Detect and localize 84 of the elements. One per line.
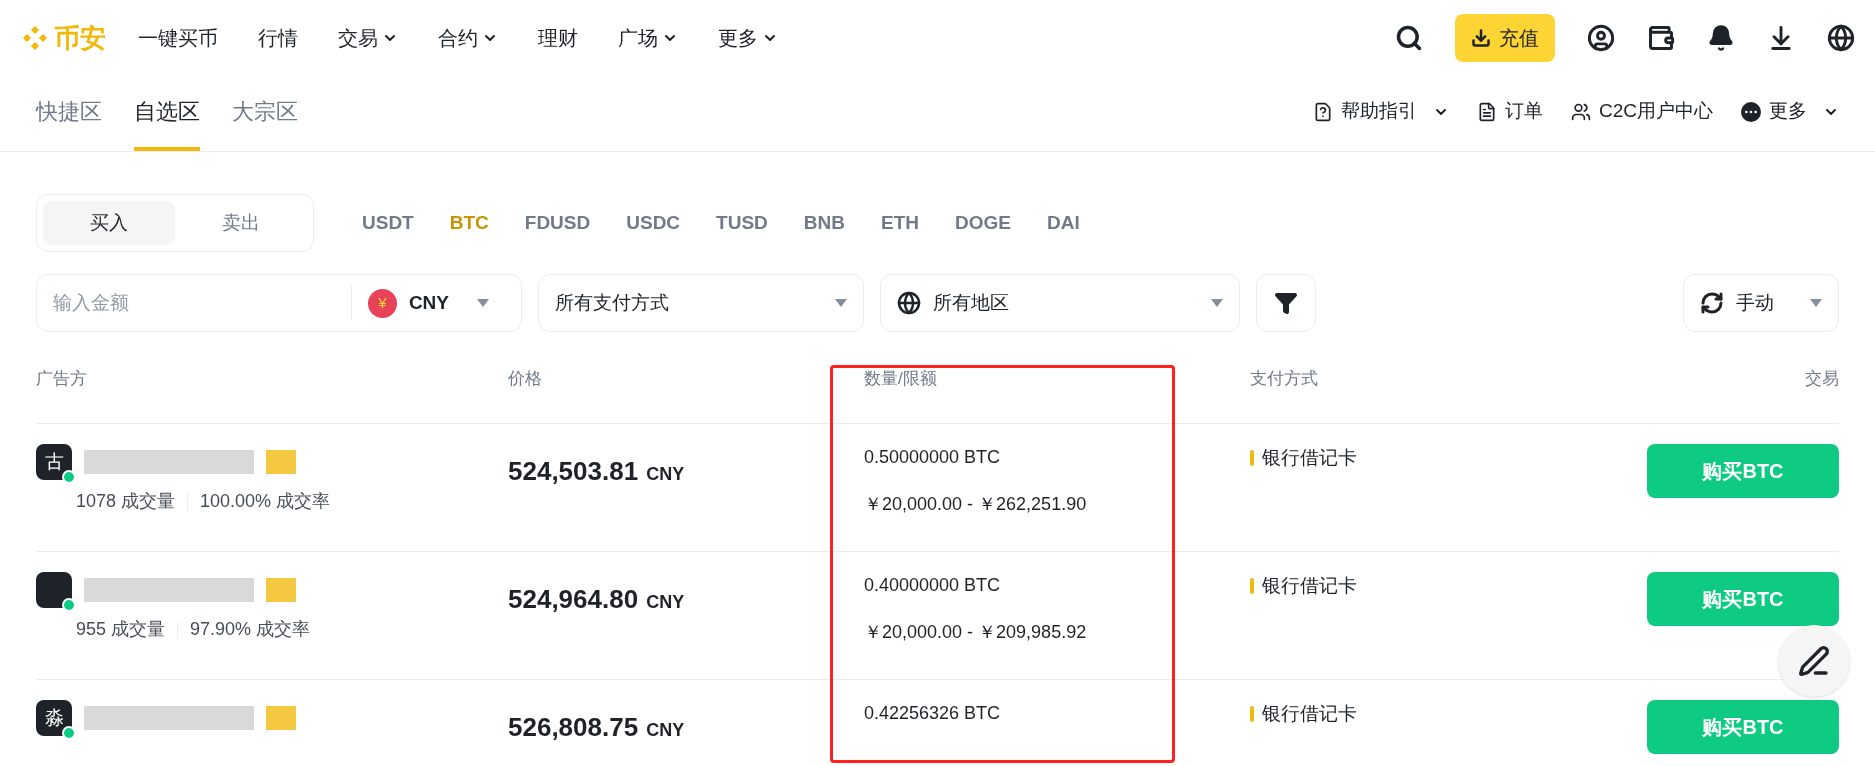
download-icon <box>1471 28 1491 48</box>
completion-rate: 97.90% 成交率 <box>190 618 311 641</box>
limit-range: ￥20,000.00 - ￥262,251.90 <box>864 493 1088 516</box>
trade-count: 1078 成交量 <box>76 490 176 513</box>
user-icon[interactable] <box>1587 24 1615 52</box>
payment-method: 银行借记卡 <box>1262 446 1357 470</box>
caret-icon <box>1810 299 1822 307</box>
tab[interactable]: 自选区 <box>134 76 200 151</box>
trade-count: 955 成交量 <box>76 618 166 641</box>
caret-icon <box>835 299 847 307</box>
column-header: 支付方式 <box>1250 367 1319 390</box>
quantity: 0.50000000 BTC <box>864 446 1002 469</box>
globe-icon[interactable] <box>1827 24 1855 52</box>
filter-icon <box>1274 291 1298 315</box>
coin-tab[interactable]: DOGE <box>955 208 1011 238</box>
coin-tab[interactable]: BNB <box>803 208 845 238</box>
badge-icon <box>266 578 296 602</box>
coin-tab[interactable]: USDT <box>362 208 414 238</box>
payment-marker <box>1250 450 1254 467</box>
refresh-icon <box>1700 291 1724 315</box>
caret-icon <box>1211 299 1223 307</box>
side-tab[interactable]: 买入 <box>43 201 175 245</box>
payment-marker <box>1250 706 1254 723</box>
avatar: 淼 <box>36 700 72 736</box>
coin-tab[interactable]: USDC <box>626 208 681 238</box>
pen-icon <box>1798 645 1830 677</box>
column-header: 交易 <box>1805 367 1839 390</box>
side-tab[interactable]: 卖出 <box>175 201 307 245</box>
tab[interactable]: 快捷区 <box>36 76 102 151</box>
nav-link[interactable]: 更多 <box>718 23 778 53</box>
payment-method: 银行借记卡 <box>1262 574 1357 598</box>
avatar: 古 <box>36 444 72 480</box>
nav-link[interactable]: 行情 <box>258 23 298 53</box>
coin-tab[interactable]: ETH <box>881 208 919 238</box>
payment-method: 银行借记卡 <box>1262 702 1357 726</box>
price: 524,503.81 <box>508 455 639 488</box>
bell-icon[interactable] <box>1707 24 1735 52</box>
price-unit: CNY <box>646 591 685 614</box>
nav-link[interactable]: 一键买币 <box>138 23 218 53</box>
completion-rate: 100.00% 成交率 <box>200 490 331 513</box>
toolbar-link[interactable]: 帮助指引 <box>1313 97 1449 126</box>
toolbar-link[interactable]: 更多 <box>1741 97 1839 126</box>
column-header: 广告方 <box>36 367 88 390</box>
amount-field[interactable]: 输入金额 ¥ CNY <box>36 274 522 332</box>
payment-dropdown[interactable]: 所有支付方式 <box>538 274 864 332</box>
help-icon <box>1313 101 1333 122</box>
nav-link[interactable]: 合约 <box>438 23 498 53</box>
coin-tab[interactable]: TUSD <box>716 208 768 238</box>
coin-tab[interactable]: DAI <box>1046 208 1080 238</box>
limit-range: ￥20,000.00 - ￥209,985.92 <box>864 621 1088 644</box>
coin-tab[interactable]: FDUSD <box>524 208 591 238</box>
more-icon <box>1741 101 1761 122</box>
quantity: 0.42256326 BTC <box>864 702 1002 725</box>
document-icon <box>1477 101 1497 122</box>
globe-icon <box>897 291 921 315</box>
users-icon <box>1571 101 1591 122</box>
toolbar-link[interactable]: C2C用户中心 <box>1571 97 1713 126</box>
region-dropdown[interactable]: 所有地区 <box>880 274 1240 332</box>
column-header: 数量/限额 <box>864 367 938 390</box>
edit-button[interactable] <box>1778 625 1850 697</box>
currency-label: CNY <box>408 290 449 315</box>
quantity: 0.40000000 BTC <box>864 574 1002 597</box>
nav-link[interactable]: 交易 <box>338 23 398 53</box>
filter-button[interactable] <box>1256 274 1316 332</box>
search-icon[interactable] <box>1395 24 1423 52</box>
yuan-icon: ¥ <box>367 288 397 318</box>
badge-icon <box>266 706 296 730</box>
price: 526,808.75 <box>508 711 639 744</box>
nav-link[interactable]: 理财 <box>538 23 578 53</box>
amount-input[interactable]: 输入金额 <box>37 288 351 318</box>
caret-icon <box>477 299 489 307</box>
nav-link[interactable]: 广场 <box>618 23 678 53</box>
deposit-button[interactable]: 充值 <box>1455 14 1555 62</box>
toolbar-link[interactable]: 订单 <box>1477 97 1543 126</box>
tab[interactable]: 大宗区 <box>232 76 298 151</box>
column-header: 价格 <box>508 367 543 390</box>
logo-text: 币安 <box>54 21 106 55</box>
payment-marker <box>1250 578 1254 595</box>
price-unit: CNY <box>646 463 685 486</box>
refresh-dropdown[interactable]: 手动 <box>1683 274 1839 332</box>
wallet-icon[interactable] <box>1647 24 1675 52</box>
badge-icon <box>266 450 296 474</box>
price-unit: CNY <box>646 719 685 742</box>
price: 524,964.80 <box>508 583 639 616</box>
